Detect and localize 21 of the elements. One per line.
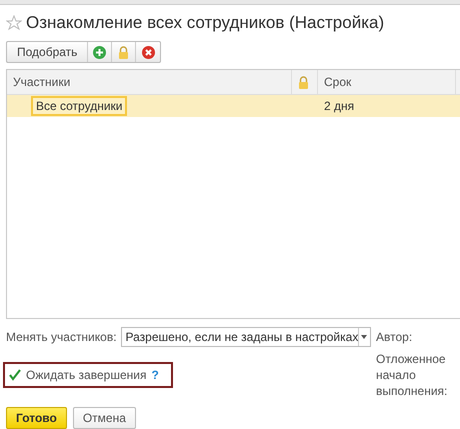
add-icon — [93, 46, 106, 59]
checkbox[interactable] — [9, 369, 21, 381]
window-title: Ознакомление всех сотрудников (Настройка) — [26, 12, 384, 33]
field-label: Автор: — [376, 330, 412, 344]
done-button[interactable]: Готово — [6, 407, 67, 429]
lock-icon — [298, 76, 309, 89]
dropdown-field[interactable]: Разрешено, если не заданы в настройках — [120, 327, 371, 347]
table-cell: Все сотрудники — [31, 96, 128, 116]
star-icon[interactable] — [6, 14, 22, 31]
cancel-button[interactable]: Отмена — [72, 407, 136, 429]
table-row[interactable]: Все сотрудники 2 дня — [7, 95, 460, 118]
column-header[interactable]: Срок — [318, 70, 456, 94]
column-header[interactable]: Участники — [7, 70, 292, 94]
table-cell-text: 2 дня — [323, 98, 356, 116]
help-link[interactable]: ? — [151, 368, 159, 382]
checkbox-label: Ожидать завершения — [26, 368, 146, 382]
field-label: Отложенное начало выполнения: — [376, 351, 448, 399]
caret-icon — [361, 335, 368, 339]
field-label: Менять участников: — [6, 330, 117, 344]
lock-icon — [118, 46, 130, 59]
close-icon — [142, 46, 155, 59]
